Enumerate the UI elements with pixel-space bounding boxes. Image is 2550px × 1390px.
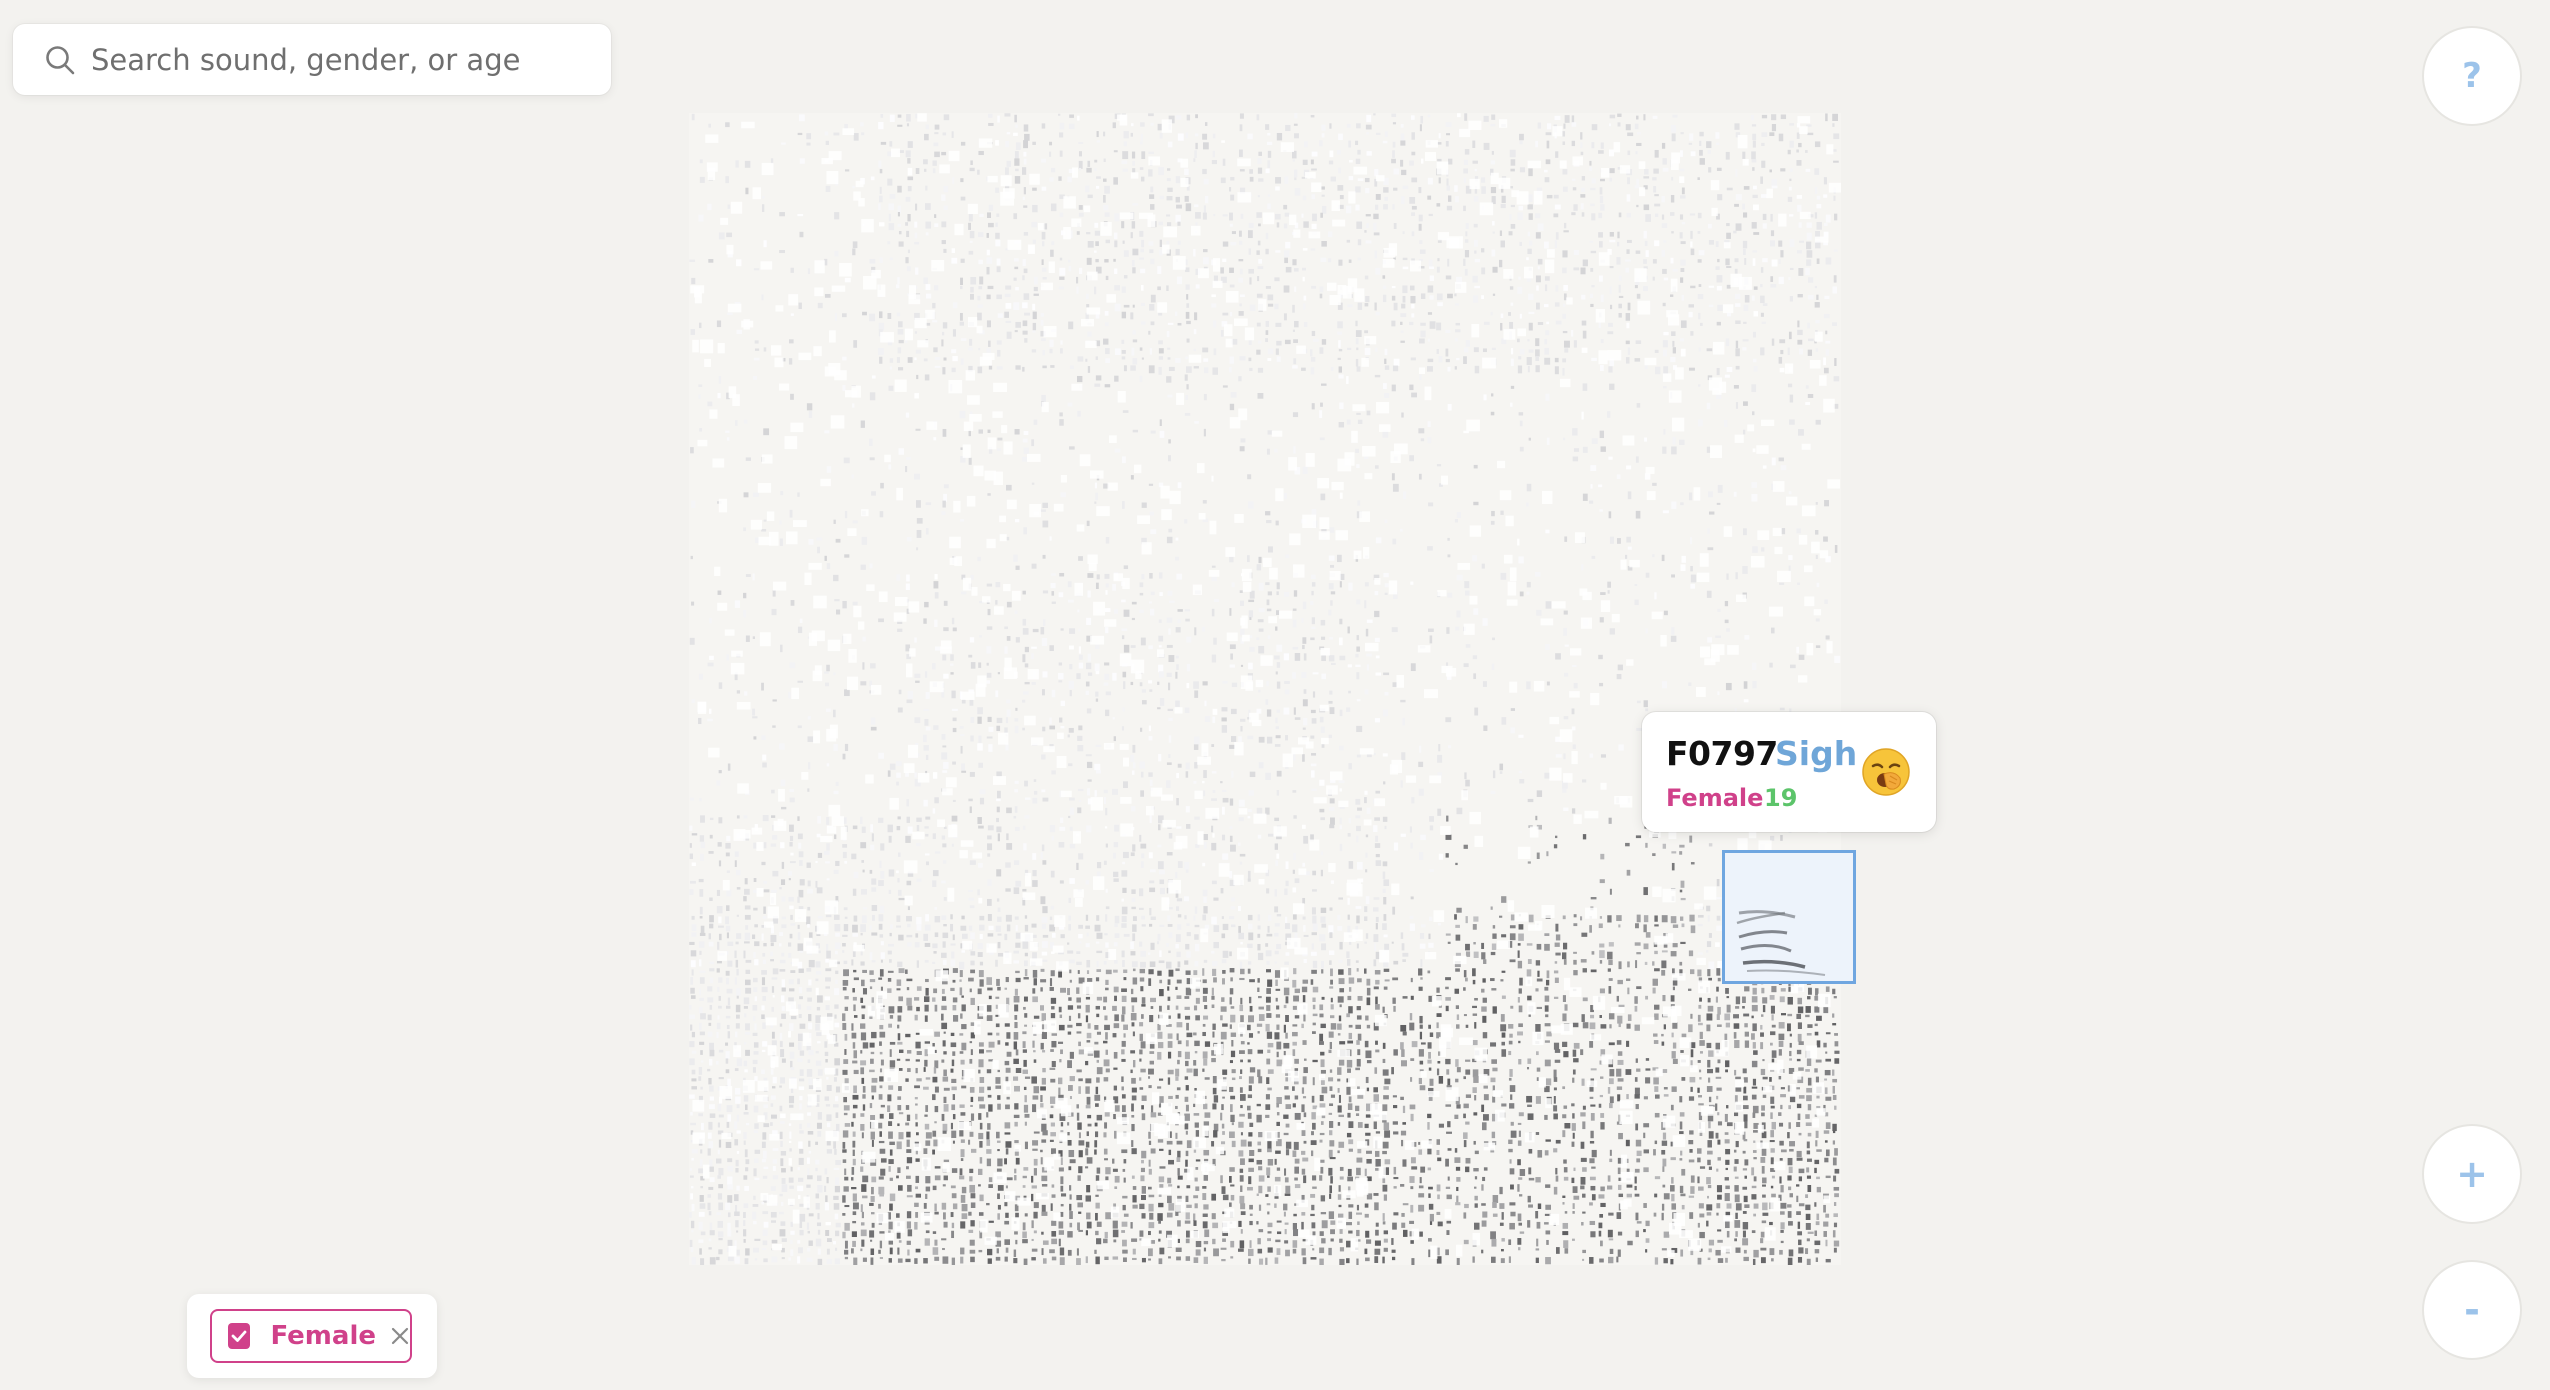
zoom-in-button[interactable]: +	[2422, 1124, 2522, 1224]
search-bar[interactable]	[13, 24, 611, 95]
spectrogram-map[interactable]	[689, 113, 1841, 1265]
filter-chip-female[interactable]: Female	[210, 1309, 412, 1363]
tooltip-sample-id: F0797	[1666, 734, 1778, 773]
spectrogram-map-canvas[interactable]	[689, 113, 1841, 1265]
selected-spectrogram-tile[interactable]	[1722, 850, 1856, 984]
active-filters-panel: Female	[187, 1294, 437, 1378]
tooltip-age: 19	[1764, 784, 1798, 812]
tooltip-gender: Female	[1666, 784, 1764, 812]
spectrogram-thumbnail	[1736, 910, 1826, 976]
minus-icon: -	[2464, 1288, 2480, 1332]
sound-tooltip: F0797 Sigh Female 19	[1642, 712, 1936, 832]
tooltip-sound-label: Sigh	[1775, 734, 1858, 773]
help-button[interactable]: ?	[2422, 26, 2522, 126]
help-icon: ?	[2462, 56, 2482, 96]
filter-chip-label: Female	[270, 1321, 376, 1351]
close-icon[interactable]	[390, 1325, 410, 1347]
search-icon	[43, 43, 77, 77]
yawning-face-icon	[1860, 746, 1912, 798]
plus-icon: +	[2456, 1152, 2488, 1196]
app-root: ? F0797 Sigh Female 19	[0, 0, 2550, 1390]
search-input[interactable]	[91, 29, 591, 90]
zoom-out-button[interactable]: -	[2422, 1260, 2522, 1360]
checkbox-checked-icon[interactable]	[228, 1323, 251, 1349]
